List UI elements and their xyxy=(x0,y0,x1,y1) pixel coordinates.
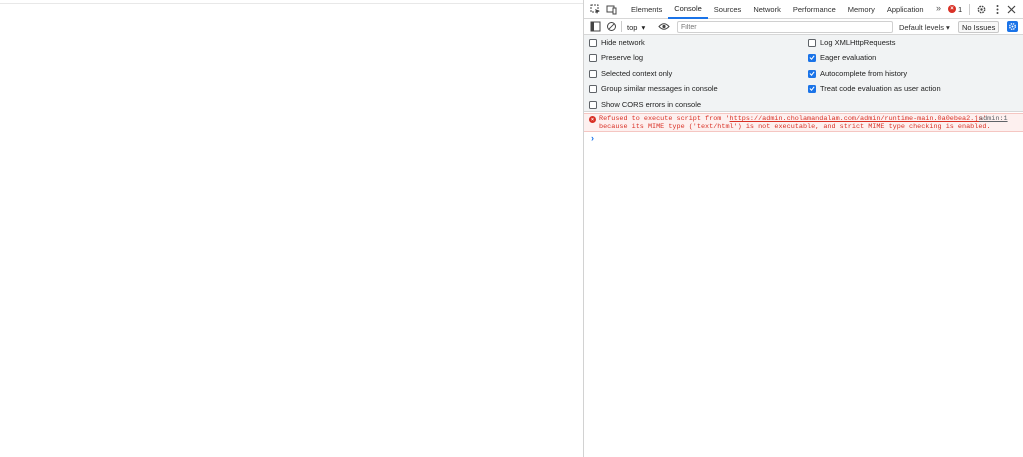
console-settings-pane: Hide network Preserve log Selected conte… xyxy=(584,35,1023,112)
context-selector[interactable]: top ▾ xyxy=(627,21,645,33)
treat-code-evaluation-checkbox[interactable] xyxy=(808,84,816,93)
device-toolbar-icon[interactable] xyxy=(605,3,618,16)
more-tabs-button[interactable]: » xyxy=(936,3,941,13)
option-label: Hide network xyxy=(601,38,645,47)
option-label: Eager evaluation xyxy=(820,53,877,62)
selected-context-only-checkbox[interactable] xyxy=(589,69,597,78)
error-prefix: Refused to execute script from ' xyxy=(599,115,730,123)
inspect-element-icon[interactable] xyxy=(589,3,602,16)
option-label: Treat code evaluation as user action xyxy=(820,84,941,93)
error-icon: × xyxy=(948,5,956,13)
autocomplete-history-checkbox[interactable] xyxy=(808,69,816,78)
devtools-panel: Elements Console Sources Network Perform… xyxy=(583,0,1023,457)
error-line-1: Refused to execute script from 'https://… xyxy=(599,115,987,123)
group-similar-checkbox[interactable] xyxy=(589,84,597,93)
context-label: top xyxy=(627,22,638,32)
tab-sources[interactable]: Sources xyxy=(708,0,748,19)
show-cors-errors-checkbox[interactable] xyxy=(589,100,597,109)
tab-application[interactable]: Application xyxy=(881,0,930,19)
option-label: Autocomplete from history xyxy=(820,69,908,78)
option-label: Show CORS errors in console xyxy=(601,100,702,109)
devtools-tabbar: Elements Console Sources Network Perform… xyxy=(584,0,1023,19)
error-count: 1 xyxy=(958,4,963,14)
error-icon: × xyxy=(589,116,596,123)
chevron-down-icon: ▾ xyxy=(641,22,646,32)
sidebar-toggle-icon[interactable] xyxy=(589,20,602,33)
error-count-badge[interactable]: × 1 xyxy=(948,3,962,15)
autocomplete-history-option[interactable]: Autocomplete from history xyxy=(808,69,907,78)
log-xmlhttprequests-option[interactable]: Log XMLHttpRequests xyxy=(808,38,895,47)
selected-context-only-option[interactable]: Selected context only xyxy=(589,69,672,78)
eager-evaluation-option[interactable]: Eager evaluation xyxy=(808,53,876,62)
devtools-tabs: Elements Console Sources Network Perform… xyxy=(625,0,930,19)
option-label: Selected context only xyxy=(601,69,673,78)
option-label: Group similar messages in console xyxy=(601,84,718,93)
filter-input[interactable] xyxy=(677,21,893,33)
preserve-log-option[interactable]: Preserve log xyxy=(589,53,643,62)
divider xyxy=(969,4,970,15)
console-settings-gear-icon[interactable] xyxy=(1006,20,1019,33)
preserve-log-checkbox[interactable] xyxy=(589,53,597,62)
hide-network-option[interactable]: Hide network xyxy=(589,38,645,47)
hide-network-checkbox[interactable] xyxy=(589,38,597,47)
option-label: Preserve log xyxy=(601,53,644,62)
error-line-2: because its MIME type ('text/html') is n… xyxy=(599,123,991,131)
error-script-link[interactable]: https://admin.cholamandalam.com/admin/ru… xyxy=(730,115,983,123)
console-error-message: × Refused to execute script from 'https:… xyxy=(584,113,1023,132)
settings-gear-icon[interactable] xyxy=(975,3,988,16)
treat-code-evaluation-option[interactable]: Treat code evaluation as user action xyxy=(808,84,941,93)
close-devtools-icon[interactable] xyxy=(1005,3,1018,16)
log-levels-label: Default levels xyxy=(899,22,945,32)
more-options-icon[interactable] xyxy=(991,3,1004,16)
error-source-link[interactable]: admin:1 xyxy=(979,115,1008,123)
option-label: Log XMLHttpRequests xyxy=(820,38,896,47)
show-cors-errors-option[interactable]: Show CORS errors in console xyxy=(589,100,701,109)
tab-performance[interactable]: Performance xyxy=(787,0,842,19)
tab-memory[interactable]: Memory xyxy=(842,0,881,19)
console-toolbar: top ▾ Default levels ▾ No Issues xyxy=(584,19,1023,35)
console-prompt[interactable]: › xyxy=(591,133,594,143)
inspected-page-viewport xyxy=(0,0,583,457)
group-similar-option[interactable]: Group similar messages in console xyxy=(589,84,718,93)
tab-console[interactable]: Console xyxy=(668,0,708,19)
tab-network[interactable]: Network xyxy=(747,0,787,19)
divider xyxy=(621,21,622,32)
chevron-down-icon: ▾ xyxy=(946,22,950,32)
tab-elements[interactable]: Elements xyxy=(625,0,668,19)
log-xmlhttprequests-checkbox[interactable] xyxy=(808,38,816,47)
log-levels-dropdown[interactable]: Default levels ▾ xyxy=(899,21,950,33)
live-expression-eye-icon[interactable] xyxy=(657,20,670,33)
eager-evaluation-checkbox[interactable] xyxy=(808,53,816,62)
issues-button[interactable]: No Issues xyxy=(958,21,1000,33)
clear-console-icon[interactable] xyxy=(605,20,618,33)
page-top-divider xyxy=(0,3,583,4)
